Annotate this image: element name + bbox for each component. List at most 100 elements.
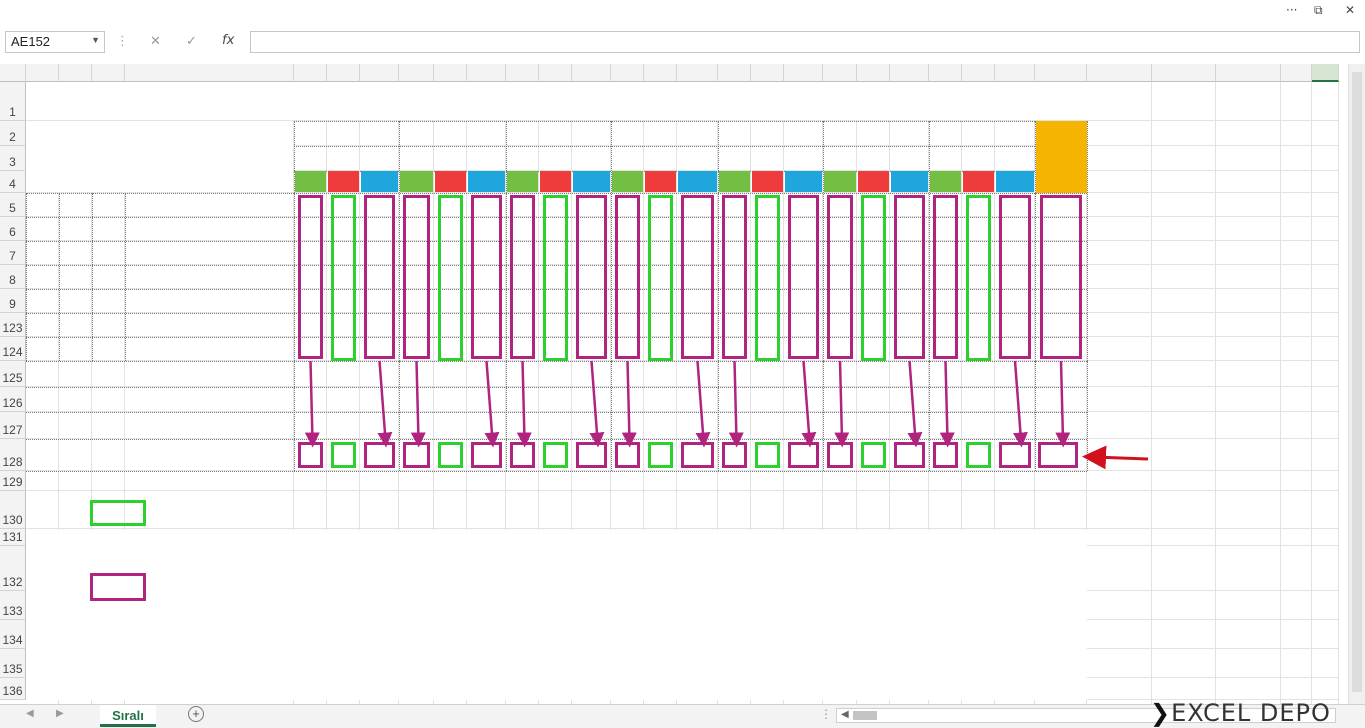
connector-arrow xyxy=(834,360,850,448)
header-y-cell xyxy=(540,171,571,192)
header-y-cell xyxy=(963,171,994,192)
header-y-cell xyxy=(435,171,466,192)
column-header-z[interactable] xyxy=(1035,64,1087,82)
legend-green-frame xyxy=(90,500,146,526)
column-header-ac[interactable] xyxy=(1216,64,1281,82)
worksheet-grid[interactable]: 1 2 3 4 5 6 7 8 9 123 124 125 126 127 128 129 130 131 132 1… xyxy=(0,64,1348,704)
row-header-123[interactable]: 123 xyxy=(0,313,26,337)
tab-prev-icon[interactable]: ◀ xyxy=(26,708,34,719)
tab-scroll-handle-icon[interactable]: ⋮ xyxy=(820,707,832,721)
column-header-ab[interactable] xyxy=(1152,64,1216,82)
row-header-126[interactable]: 126 xyxy=(0,387,26,412)
summary-border-v xyxy=(611,361,612,471)
column-header-n[interactable] xyxy=(611,64,644,82)
drag-handle-icon[interactable]: ⋮ xyxy=(116,34,129,49)
column-header-aa[interactable] xyxy=(1087,64,1152,82)
column-header-i[interactable] xyxy=(434,64,467,82)
row-number: 127 xyxy=(2,423,23,437)
row-header-134[interactable]: 134 xyxy=(0,620,26,649)
wrong-average-frame xyxy=(755,442,780,468)
column-header-b[interactable] xyxy=(59,64,92,82)
vertical-scrollbar[interactable] xyxy=(1348,64,1365,704)
column-header-s[interactable] xyxy=(784,64,823,82)
column-header-q[interactable] xyxy=(718,64,751,82)
chevron-down-icon[interactable]: ▼ xyxy=(91,35,100,45)
column-header-f[interactable] xyxy=(327,64,360,82)
horizontal-scroll-thumb[interactable] xyxy=(853,711,877,720)
column-header-t[interactable] xyxy=(823,64,857,82)
column-header-d[interactable] xyxy=(125,64,294,82)
formula-input[interactable] xyxy=(250,31,1360,53)
enter-icon[interactable]: ✓ xyxy=(186,34,197,49)
column-header-x[interactable] xyxy=(962,64,995,82)
column-header-l[interactable] xyxy=(539,64,572,82)
row-header-5[interactable]: 5 xyxy=(0,193,26,217)
row-header-8[interactable]: 8 xyxy=(0,265,26,289)
ortalamalar-arrow xyxy=(1082,445,1149,470)
row-header-130[interactable]: 130 xyxy=(0,491,26,529)
row-header-131[interactable]: 131 xyxy=(0,529,26,546)
summary-border-v xyxy=(399,361,400,471)
row-header-7[interactable]: 7 xyxy=(0,241,26,265)
cancel-icon[interactable]: ✕ xyxy=(150,34,161,49)
connector-arrow xyxy=(589,360,605,448)
row-header-129[interactable]: 129 xyxy=(0,471,26,491)
column-header-w[interactable] xyxy=(929,64,962,82)
gridline-row xyxy=(26,490,1339,491)
column-header-v[interactable] xyxy=(890,64,929,82)
name-box-value: AE152 xyxy=(11,34,51,49)
insert-function-icon[interactable]: fx xyxy=(222,33,234,48)
add-sheet-icon[interactable]: + xyxy=(188,706,204,722)
row-header-1[interactable]: 1 xyxy=(0,82,26,121)
row-number: 7 xyxy=(9,249,16,263)
score-average-frame xyxy=(615,442,640,468)
column-header-ad[interactable] xyxy=(1281,64,1312,82)
restore-window-icon[interactable]: ⧉ xyxy=(1314,3,1323,18)
row-header-125[interactable]: 125 xyxy=(0,361,26,387)
score-column-frame xyxy=(510,195,535,359)
column-header-p[interactable] xyxy=(677,64,718,82)
column-header-o[interactable] xyxy=(644,64,677,82)
summary-border-v xyxy=(823,361,824,471)
summary-border-v xyxy=(718,361,719,471)
row-header-4[interactable]: 4 xyxy=(0,171,26,193)
row-header-132[interactable]: 132 xyxy=(0,546,26,591)
column-header-k[interactable] xyxy=(506,64,539,82)
row-header-128[interactable]: 128 xyxy=(0,439,26,471)
vertical-scroll-thumb[interactable] xyxy=(1352,72,1362,692)
row-number: 6 xyxy=(9,225,16,239)
column-header-e[interactable] xyxy=(294,64,327,82)
wrong-column-frame xyxy=(543,195,568,361)
column-header-h[interactable] xyxy=(399,64,434,82)
summary-border-v xyxy=(929,361,930,471)
scroll-left-icon[interactable]: ◀ xyxy=(841,709,849,720)
column-header-a[interactable] xyxy=(26,64,59,82)
score-average-frame xyxy=(999,442,1031,468)
row-header-9[interactable]: 9 xyxy=(0,289,26,313)
row-header-127[interactable]: 127 xyxy=(0,412,26,439)
name-box[interactable]: AE152 ▼ xyxy=(5,31,105,53)
column-header-m[interactable] xyxy=(572,64,611,82)
column-header-y[interactable] xyxy=(995,64,1035,82)
row-header-2[interactable]: 2 xyxy=(0,121,26,146)
column-header-c[interactable] xyxy=(92,64,125,82)
column-header-r[interactable] xyxy=(751,64,784,82)
column-header-u[interactable] xyxy=(857,64,890,82)
row-header-124[interactable]: 124 xyxy=(0,337,26,361)
tab-sirali[interactable]: Sıralı xyxy=(100,705,156,727)
connector-arrow xyxy=(304,360,320,448)
row-header-135[interactable]: 135 xyxy=(0,649,26,678)
row-header-136[interactable]: 136 xyxy=(0,678,26,700)
tab-next-icon[interactable]: ▶ xyxy=(56,708,64,719)
header-d-cell xyxy=(612,171,643,192)
puan-column-frame xyxy=(1040,195,1082,359)
more-options-icon[interactable]: ··· xyxy=(1286,3,1297,17)
row-header-133[interactable]: 133 xyxy=(0,591,26,620)
close-window-icon[interactable]: ✕ xyxy=(1345,3,1355,17)
column-header-j[interactable] xyxy=(467,64,506,82)
select-all-corner[interactable] xyxy=(0,64,26,82)
column-header-g[interactable] xyxy=(360,64,399,82)
row-header-6[interactable]: 6 xyxy=(0,217,26,241)
column-header-ae[interactable] xyxy=(1312,64,1339,82)
row-header-3[interactable]: 3 xyxy=(0,146,26,171)
